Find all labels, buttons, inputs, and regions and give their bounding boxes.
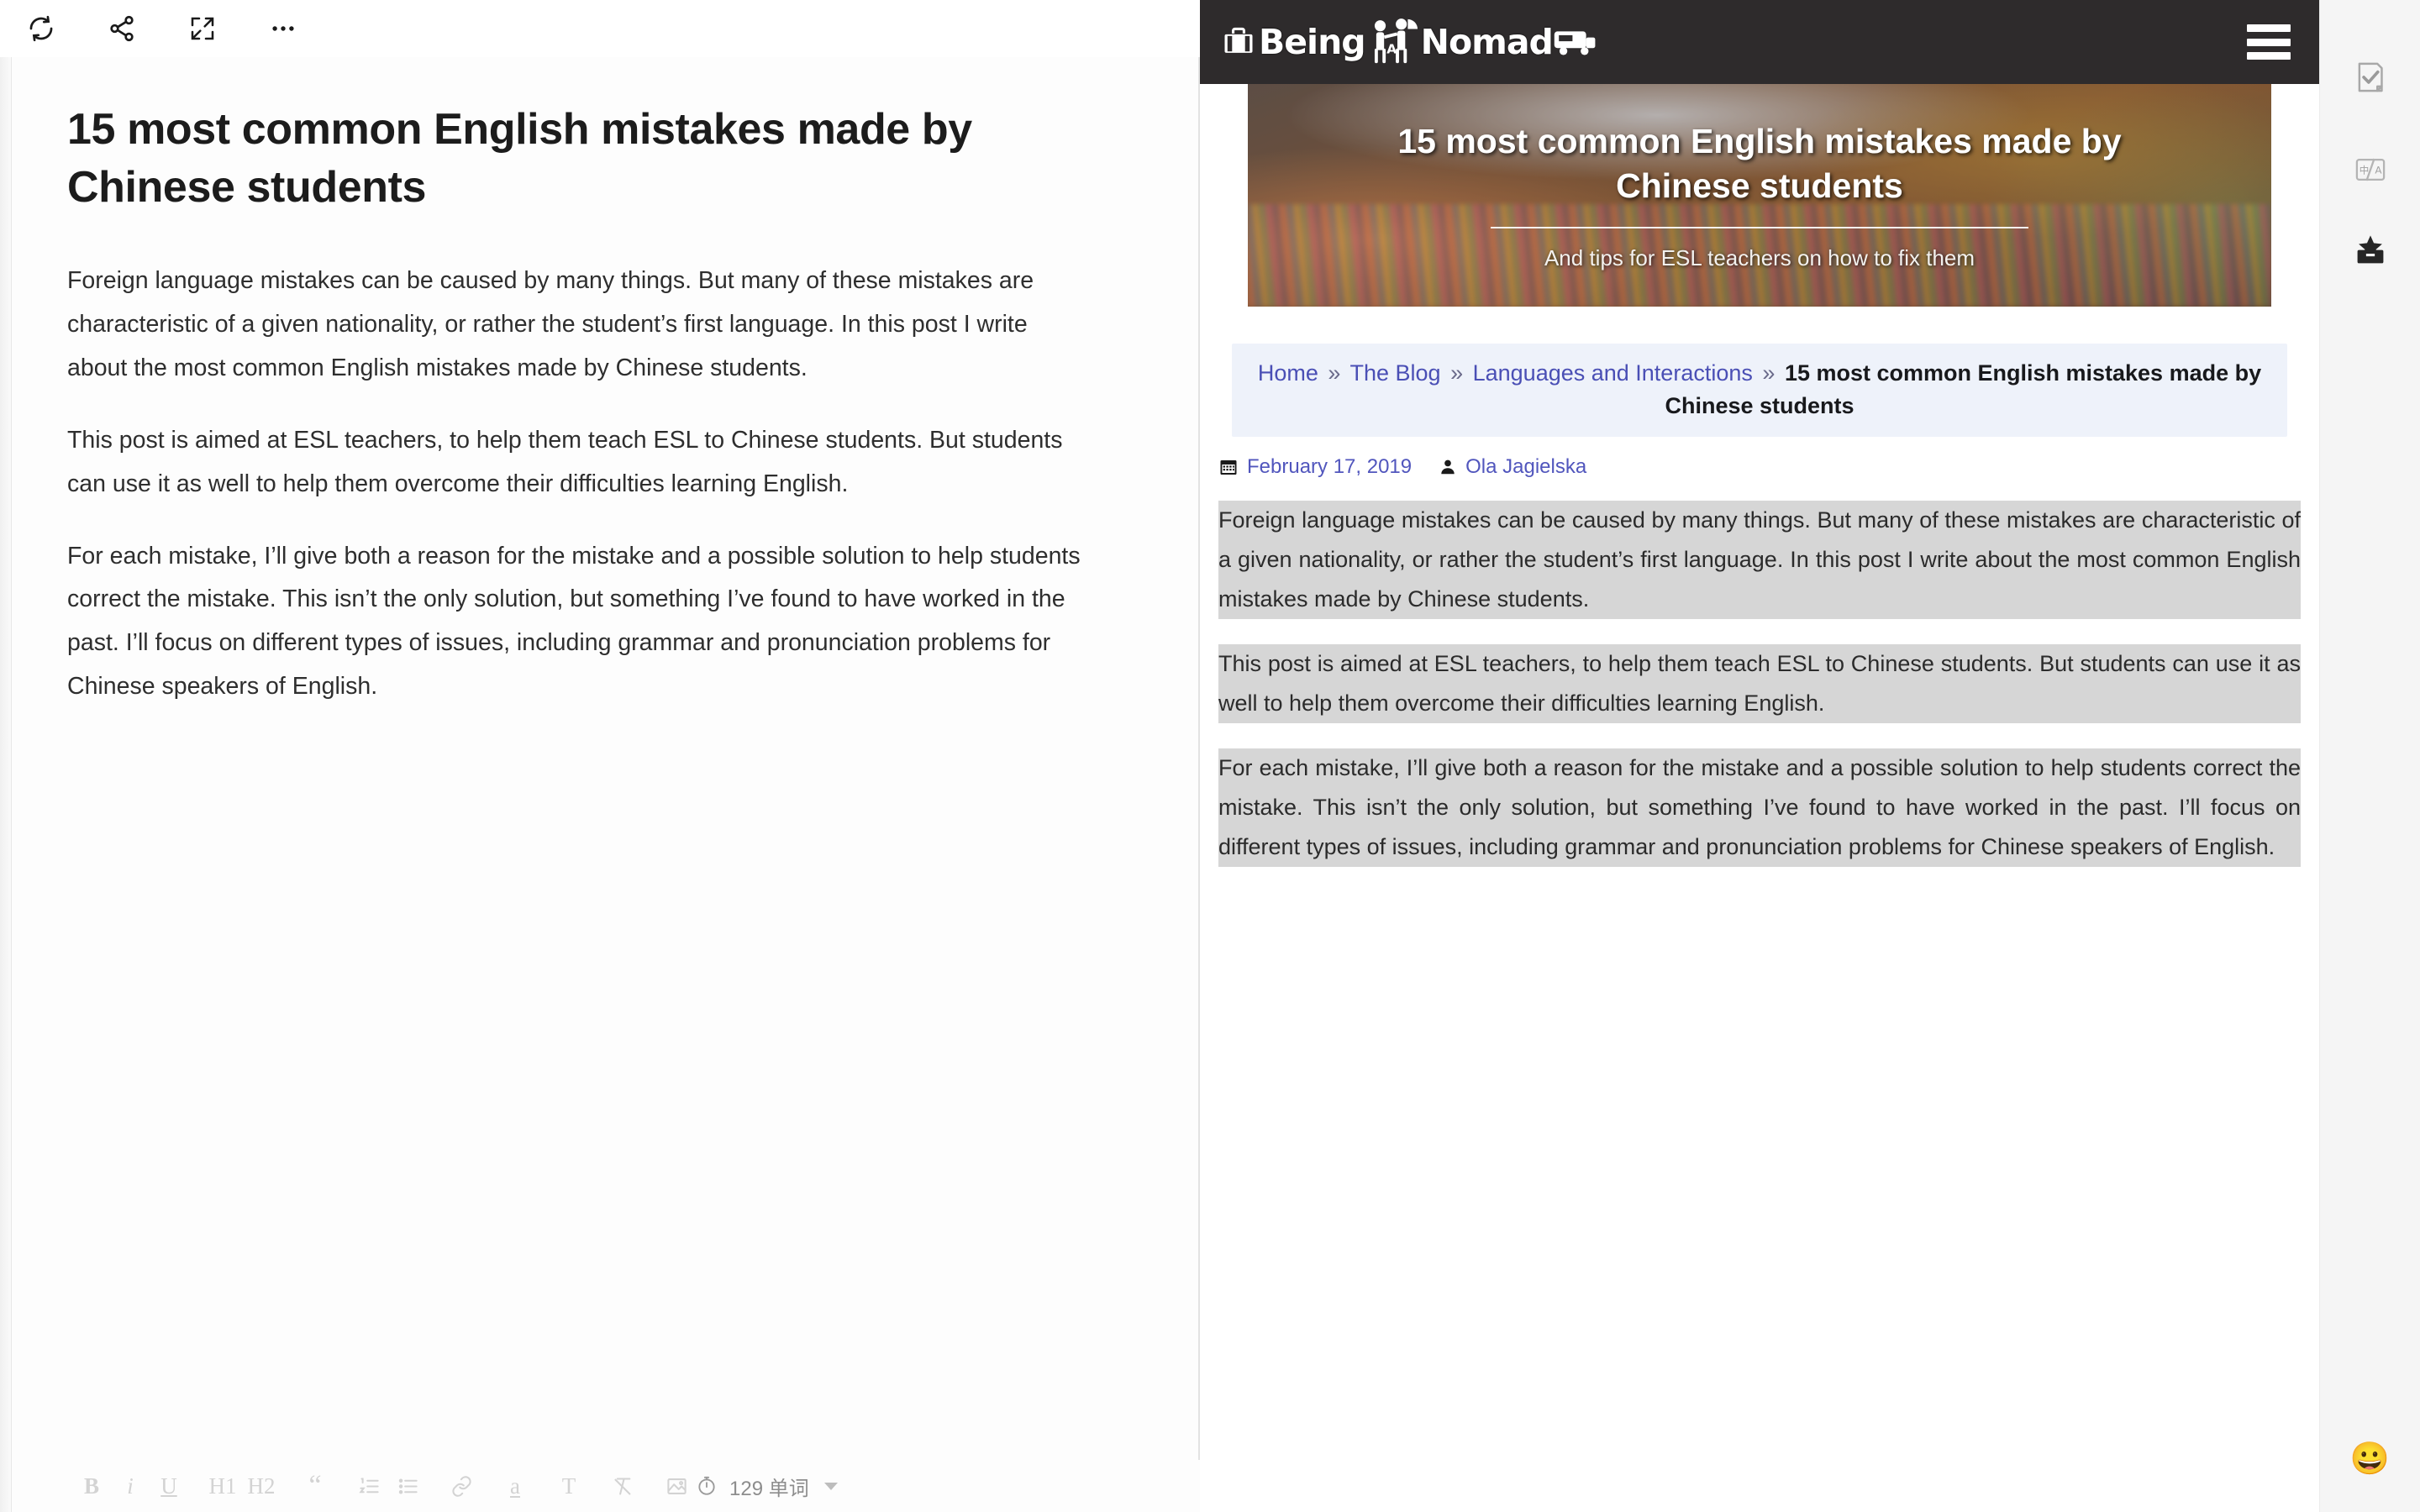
svg-text:A: A (1386, 42, 1397, 57)
logo-text-nomad: Nomad (1420, 22, 1554, 62)
breadcrumb: Home » The Blog » Languages and Interact… (1232, 344, 2287, 437)
underline-button[interactable]: U (150, 1467, 188, 1504)
sync-icon[interactable] (20, 8, 62, 50)
word-count-label: 129 单词 (729, 1477, 809, 1500)
editor-format-toolbar: B i U H1 H2 “ a T 129 单词 (12, 1460, 1200, 1512)
breadcrumb-separator: » (1328, 360, 1341, 386)
markdown-editor-pane: 15 most common English mistakes made by … (0, 0, 1200, 1512)
highlight-label: a (510, 1473, 520, 1499)
breadcrumb-separator: » (1762, 360, 1776, 386)
article-paragraph: Foreign language mistakes can be caused … (1218, 500, 2301, 619)
clear-format-button[interactable] (603, 1467, 642, 1504)
h1-label: H1 (208, 1473, 237, 1499)
article-paragraph-text: This post is aimed at ESL teachers, to h… (1218, 650, 2301, 716)
heading-1-button[interactable]: H1 (203, 1467, 242, 1504)
hero-banner: 15 most common English mistakes made by … (1248, 84, 2271, 307)
breadcrumb-separator: » (1450, 360, 1464, 386)
hero-divider (1491, 227, 2028, 229)
svg-text:A: A (2375, 165, 2382, 176)
suitcase-icon (1218, 24, 1259, 60)
hero-subtitle: And tips for ESL teachers on how to fix … (1544, 245, 1975, 271)
word-count-control[interactable]: 129 单词 (696, 1472, 838, 1501)
hamburger-menu-icon[interactable] (2247, 24, 2291, 60)
highlight-button[interactable]: a (496, 1467, 534, 1504)
calendar-icon (1218, 457, 1239, 477)
svg-text:中: 中 (2359, 165, 2369, 176)
post-author[interactable]: Ola Jagielska (1465, 455, 1586, 479)
camper-van-icon (1553, 25, 1598, 59)
article-body: Foreign language mistakes can be caused … (1218, 500, 2301, 867)
breadcrumb-item-the-blog[interactable]: The Blog (1349, 360, 1440, 386)
more-icon[interactable] (262, 8, 304, 50)
italic-button[interactable]: i (111, 1467, 150, 1504)
web-preview-pane: Being A Nomad 15 most common English mis… (1200, 0, 2319, 1512)
editor-gutter (0, 0, 12, 1512)
translate-icon[interactable]: 中 A (2345, 144, 2396, 195)
text-style-label: T (561, 1473, 576, 1499)
unordered-list-button[interactable] (388, 1467, 427, 1504)
article-paragraph: This post is aimed at ESL teachers, to h… (1218, 643, 2301, 723)
post-meta: February 17, 2019 Ola Jagielska (1218, 455, 2319, 479)
people-icon: A (1365, 18, 1421, 66)
proofread-icon[interactable] (2345, 52, 2396, 102)
stopwatch-icon (696, 1475, 718, 1497)
breadcrumb-item-home[interactable]: Home (1258, 360, 1318, 386)
blockquote-button[interactable]: “ (296, 1467, 334, 1504)
text-style-button[interactable]: T (550, 1467, 588, 1504)
bold-button[interactable]: B (72, 1467, 111, 1504)
article-paragraph: For each mistake, I’ll give both a reaso… (1218, 748, 2301, 867)
h2-label: H2 (247, 1473, 276, 1499)
document-title[interactable]: 15 most common English mistakes made by … (67, 101, 1082, 216)
underline-label: U (160, 1473, 177, 1499)
chevron-down-icon[interactable] (823, 1482, 838, 1490)
post-date[interactable]: February 17, 2019 (1247, 455, 1412, 479)
fullscreen-icon[interactable] (182, 8, 224, 50)
user-icon (1439, 458, 1457, 476)
editor-paragraph[interactable]: For each mistake, I’ll give both a reaso… (67, 535, 1082, 709)
editor-paragraph[interactable]: Foreign language mistakes can be caused … (67, 260, 1082, 391)
heading-2-button[interactable]: H2 (242, 1467, 281, 1504)
logo-text-being: Being (1259, 22, 1366, 62)
breadcrumb-item-languages-and-interactions[interactable]: Languages and Interactions (1473, 360, 1753, 386)
right-tool-rail: 中 A 😀 (2319, 0, 2420, 1512)
site-logo[interactable]: Being A Nomad (1218, 18, 1598, 66)
article-paragraph-text: Foreign language mistakes can be caused … (1218, 507, 2301, 612)
editor-content[interactable]: 15 most common English mistakes made by … (12, 101, 1138, 738)
quote-label: “ (308, 1470, 322, 1501)
emoji-button[interactable]: 😀 (2350, 1443, 2390, 1475)
toolbox-icon[interactable] (2345, 225, 2396, 276)
link-button[interactable] (442, 1467, 481, 1504)
editor-paragraph[interactable]: This post is aimed at ESL teachers, to h… (67, 419, 1082, 507)
share-icon[interactable] (101, 8, 143, 50)
editor-top-toolbar (0, 0, 1200, 57)
article-paragraph-text: For each mistake, I’ll give both a reaso… (1218, 754, 2301, 859)
hero-title: 15 most common English mistakes made by … (1397, 121, 2122, 205)
insert-image-button[interactable] (657, 1467, 696, 1504)
italic-label: i (127, 1473, 134, 1499)
breadcrumb-current-page: 15 most common English mistakes made by … (1665, 360, 2262, 419)
site-header: Being A Nomad (1200, 0, 2319, 84)
format-button-group: B i U H1 H2 “ a T (12, 1467, 696, 1504)
app-root: 15 most common English mistakes made by … (0, 0, 2420, 1512)
bold-label: B (83, 1473, 99, 1499)
ordered-list-button[interactable] (350, 1467, 388, 1504)
